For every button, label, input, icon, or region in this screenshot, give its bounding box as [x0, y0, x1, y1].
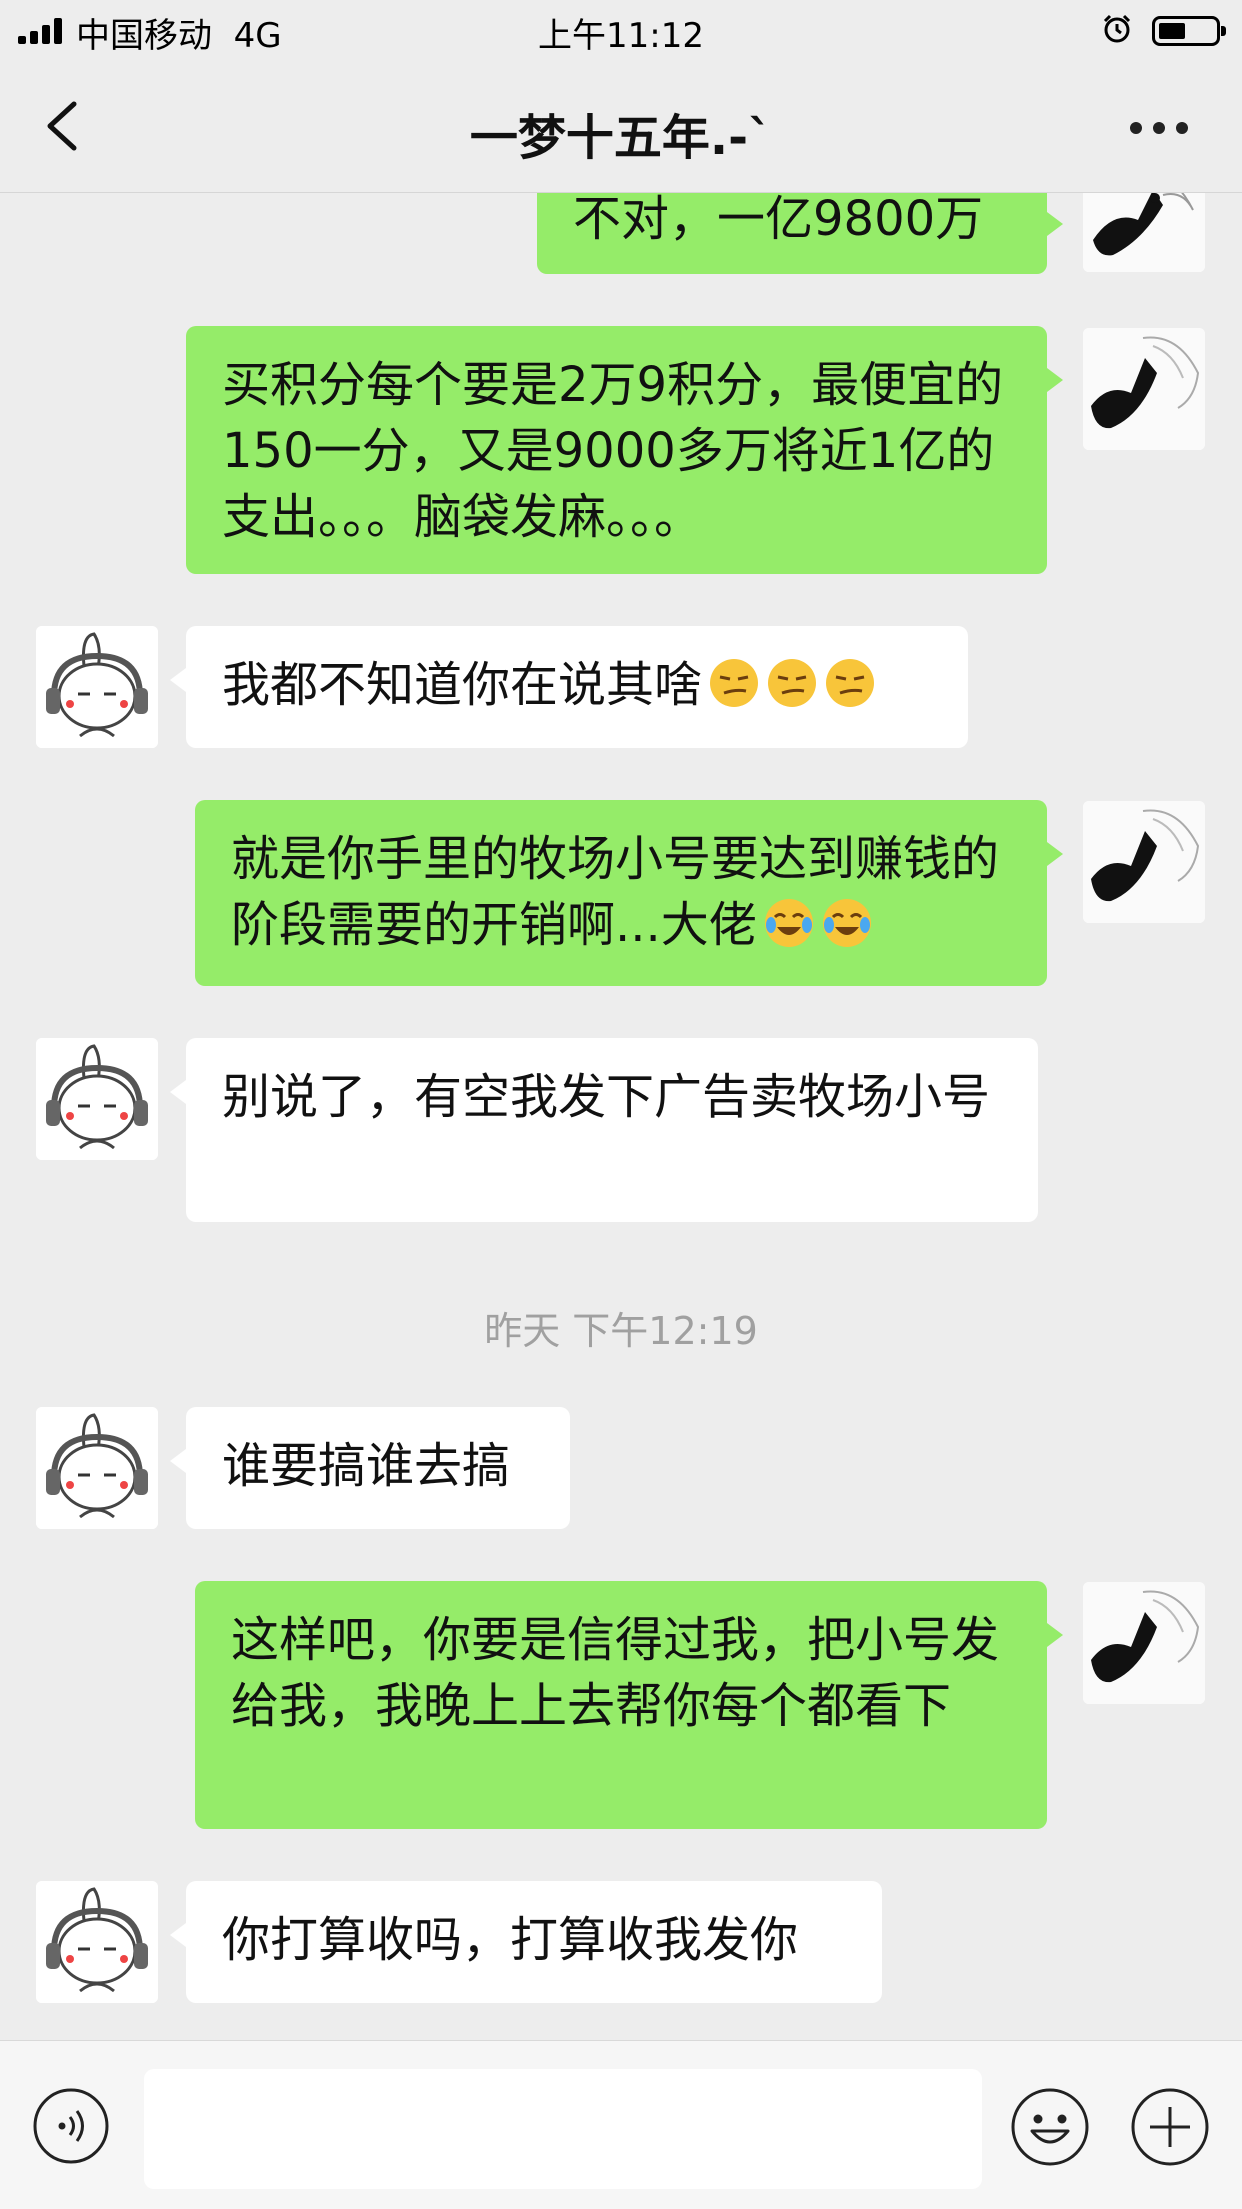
more-functions-plus-icon[interactable] [1130, 2087, 1210, 2167]
rabbit-avatar-icon [36, 1881, 158, 2003]
my-avatar[interactable] [1083, 801, 1205, 923]
message-text: 就是你手里的牧场小号要达到赚钱的阶段需要的开销啊...大佬 [231, 831, 1000, 953]
voice-input-icon[interactable] [32, 2087, 110, 2165]
battery-icon [1152, 16, 1226, 46]
message-input[interactable] [144, 2069, 982, 2189]
cat-avatar-icon [1083, 1582, 1205, 1704]
status-bar: 中国移动 4G 上午11:12 [0, 0, 1242, 62]
message-text: 这样吧，你要是信得过我，把小号发给我，我晚上上去帮你每个都看下 [231, 1612, 1000, 1734]
smirk-emoji-icon [768, 659, 817, 707]
message-bubble-received[interactable]: 谁要搞谁去搞 [170, 1407, 570, 1529]
rabbit-avatar-icon [36, 1407, 158, 1529]
my-avatar[interactable] [1083, 328, 1205, 450]
message-text: 不对，一亿9800万 [573, 191, 984, 247]
top-bar: 中国移动 4G 上午11:12 一梦十五年.-` [0, 0, 1242, 193]
timestamp-divider: 昨天 下午12:19 [484, 1309, 758, 1353]
message-text: 谁要搞谁去搞 [222, 1438, 511, 1494]
smirk-emoji-icon [710, 659, 759, 707]
message-bubble-sent[interactable]: 这样吧，你要是信得过我，把小号发给我，我晚上上去帮你每个都看下 [195, 1581, 1063, 1829]
emoji-picker-icon[interactable] [1010, 2087, 1090, 2167]
message-text: 我都不知道你在说其啥 [222, 657, 703, 713]
contact-avatar[interactable] [36, 1038, 158, 1160]
message-bubble-sent[interactable]: 买积分每个要是2万9积分，最便宜的150一分，又是9000多万将近1亿的支出。。… [186, 326, 1063, 574]
message-bubble-received[interactable]: 你打算收吗，打算收我发你 [170, 1881, 882, 2003]
message-bubble-sent[interactable]: 就是你手里的牧场小号要达到赚钱的阶段需要的开销啊...大佬 [195, 800, 1063, 986]
tears-of-joy-emoji-icon [822, 899, 871, 947]
rabbit-avatar-icon [36, 1038, 158, 1160]
message-text: 你打算收吗，打算收我发你 [222, 1912, 799, 1968]
message-bubble-received[interactable]: 别说了，有空我发下广告卖牧场小号 [170, 1038, 1038, 1222]
more-options-icon[interactable] [1126, 110, 1192, 144]
tears-of-joy-emoji-icon [764, 899, 813, 947]
message-bubble-received[interactable]: 我都不知道你在说其啥 [170, 626, 968, 748]
smirk-emoji-icon [826, 659, 875, 707]
my-avatar[interactable] [1083, 1582, 1205, 1704]
input-bar [0, 2040, 1242, 2209]
contact-avatar[interactable] [36, 1407, 158, 1529]
alarm-clock-icon [1103, 14, 1131, 43]
status-time: 上午11:12 [538, 16, 704, 56]
contact-avatar[interactable] [36, 626, 158, 748]
message-text: 别说了，有空我发下广告卖牧场小号 [222, 1069, 991, 1125]
cat-avatar-icon [1083, 801, 1205, 923]
nav-bar: 一梦十五年.-` [0, 62, 1242, 192]
message-text: 买积分每个要是2万9积分，最便宜的150一分，又是9000多万将近1亿的支出。。… [222, 357, 1004, 545]
contact-avatar[interactable] [36, 1881, 158, 2003]
rabbit-avatar-icon [36, 626, 158, 748]
chat-title: 一梦十五年.-` [469, 110, 773, 166]
cat-avatar-icon [1083, 328, 1205, 450]
chat-area[interactable]: 不对，一亿9800万 买积分每个要是2万9积分，最便宜的150一分，又是9000… [0, 0, 1242, 2040]
